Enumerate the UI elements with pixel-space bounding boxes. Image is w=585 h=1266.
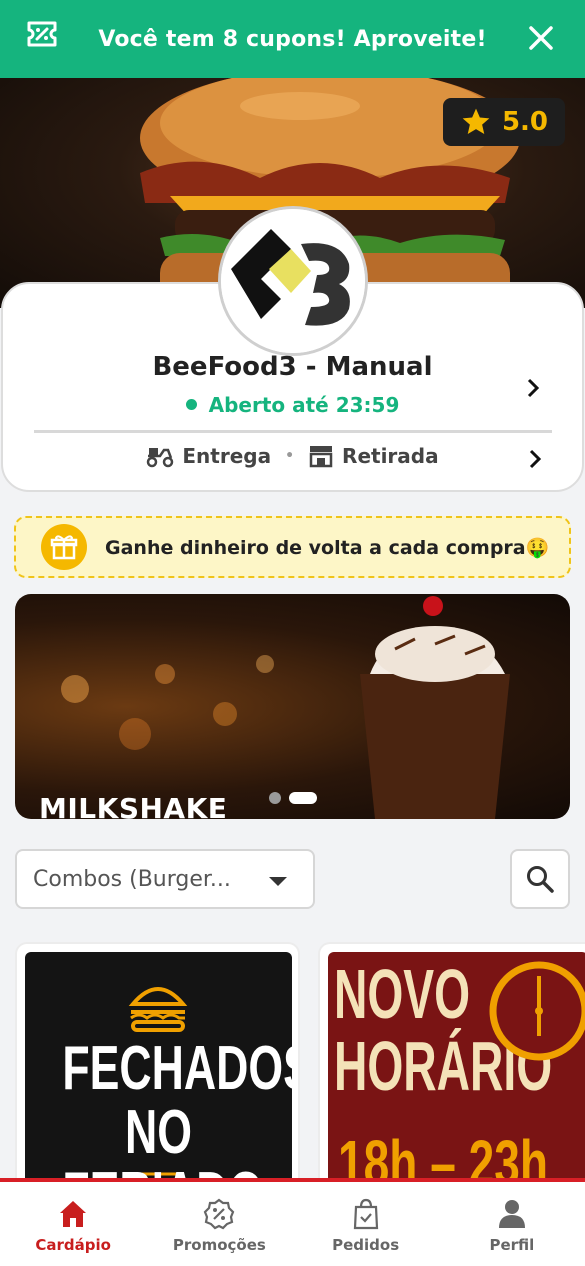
- rating-value: 5.0: [501, 107, 549, 137]
- home-icon: [60, 1201, 87, 1227]
- cashback-banner[interactable]: Ganhe dinheiro de volta a cada compra🤑: [14, 516, 571, 578]
- gift-icon: [41, 524, 87, 570]
- discount-badge-icon: [204, 1198, 235, 1230]
- store-logo-graphic: [221, 209, 365, 353]
- coupon-banner-text: Você tem 8 cupons! Aproveite!: [98, 26, 487, 52]
- nav-item-pedidos[interactable]: Pedidos: [293, 1182, 439, 1266]
- product-card[interactable]: FECHADOS NO FERIADO: [15, 942, 300, 1192]
- ticket-percent-icon: [27, 21, 57, 47]
- shopping-bag-icon: [353, 1198, 378, 1230]
- promo-banner-carousel[interactable]: MILKSHAKE: [15, 594, 570, 819]
- nav-label: Perfil: [489, 1236, 535, 1254]
- user-icon: [498, 1200, 525, 1228]
- store-status: Aberto até 23:59: [0, 393, 585, 417]
- nav-label: Pedidos: [332, 1236, 400, 1254]
- milkshake-illustration: [61, 596, 510, 819]
- pickup-label: Retirada: [342, 444, 439, 468]
- store-front-icon: [309, 446, 333, 468]
- store-card-divider: [34, 430, 552, 433]
- search-button[interactable]: [510, 849, 570, 909]
- delivery-label: Entrega: [182, 444, 272, 468]
- product-title-line: FECHADOS: [62, 1034, 292, 1103]
- clock-icon: [489, 961, 585, 1061]
- product-image: FECHADOS NO FERIADO: [25, 952, 292, 1190]
- star-icon: [462, 108, 490, 134]
- nav-label: Cardápio: [35, 1236, 111, 1254]
- delivery-scooter-icon: [147, 448, 174, 468]
- close-icon[interactable]: [527, 24, 555, 52]
- carousel-dot[interactable]: [269, 792, 281, 804]
- nav-item-perfil[interactable]: Perfil: [439, 1182, 585, 1266]
- product-image: NOVO HORÁRIO 18h – 23h: [328, 952, 585, 1190]
- category-select-value: Combos (Burger...: [33, 866, 231, 892]
- bottom-navigation: Cardápio Promoções Pedidos Perfil: [0, 1178, 585, 1266]
- store-status-text: Aberto até 23:59: [208, 393, 400, 417]
- dropdown-caret-icon: [269, 877, 287, 886]
- rating-badge: 5.0: [443, 98, 565, 146]
- carousel-indicator[interactable]: [269, 792, 317, 804]
- mode-separator: •: [285, 448, 295, 464]
- cashback-text: Ganhe dinheiro de volta a cada compra🤑: [105, 536, 550, 559]
- carousel-dot-active[interactable]: [289, 792, 317, 804]
- product-card[interactable]: NOVO HORÁRIO 18h – 23h: [318, 942, 585, 1192]
- product-title-line: NOVO: [334, 955, 471, 1033]
- nav-item-promocoes[interactable]: Promoções: [146, 1182, 292, 1266]
- open-status-dot: [185, 399, 197, 410]
- banner-label: MILKSHAKE: [39, 792, 228, 819]
- category-select[interactable]: Combos (Burger...: [15, 849, 315, 909]
- chevron-right-icon[interactable]: [524, 448, 546, 470]
- order-modes[interactable]: Entrega • Retirada: [0, 444, 585, 468]
- coupon-banner[interactable]: Você tem 8 cupons! Aproveite!: [0, 0, 585, 78]
- store-name: BeeFood3 - Manual: [152, 352, 433, 382]
- nav-label: Promoções: [172, 1236, 266, 1254]
- chevron-right-icon[interactable]: [522, 377, 544, 399]
- search-icon: [527, 866, 554, 893]
- store-logo: [218, 206, 368, 356]
- nav-item-cardapio[interactable]: Cardápio: [0, 1182, 146, 1266]
